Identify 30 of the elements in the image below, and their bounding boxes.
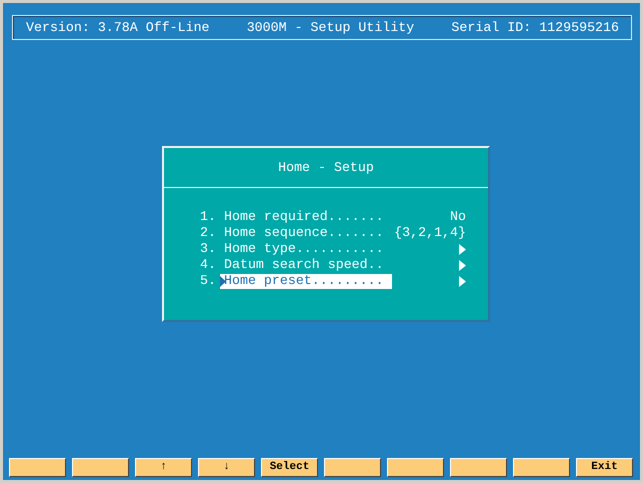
blank-function-key[interactable] [324, 458, 381, 477]
item-value: {3,2,1,4} [394, 224, 466, 242]
blank-function-key[interactable] [9, 458, 66, 477]
serial-label: Serial ID: 1129595216 [451, 18, 619, 37]
item-number: 4. [200, 256, 217, 274]
item-number: 5. [200, 272, 217, 290]
blank-function-key[interactable] [450, 458, 507, 477]
menu-item[interactable]: Home preset......... [220, 274, 392, 288]
function-key[interactable]: ↑ [135, 458, 192, 477]
menu-item[interactable]: Datum search speed.. [220, 258, 392, 272]
menu-item[interactable]: Home type........... [220, 242, 392, 256]
submenu-arrow-icon [459, 276, 466, 286]
pointer-icon [220, 276, 226, 286]
item-number: 3. [200, 240, 217, 258]
submenu-arrow-icon [459, 260, 466, 270]
function-key[interactable]: Exit [576, 458, 633, 477]
submenu-arrow-icon [459, 244, 466, 254]
item-number: 2. [200, 224, 217, 242]
blank-function-key[interactable] [72, 458, 129, 477]
blank-function-key[interactable] [513, 458, 570, 477]
menu-item[interactable]: Home sequence....... [220, 226, 392, 240]
dialog-title: Home - Setup [278, 158, 374, 177]
version-label: Version: 3.78A Off-Line [26, 18, 210, 37]
item-value: No [450, 208, 466, 226]
function-key[interactable]: Select [261, 458, 318, 477]
item-number: 1. [200, 208, 217, 226]
blank-function-key[interactable] [387, 458, 444, 477]
function-key[interactable]: ↓ [198, 458, 255, 477]
menu-item[interactable]: Home required....... [220, 210, 392, 224]
app-title: 3000M - Setup Utility [246, 18, 414, 37]
